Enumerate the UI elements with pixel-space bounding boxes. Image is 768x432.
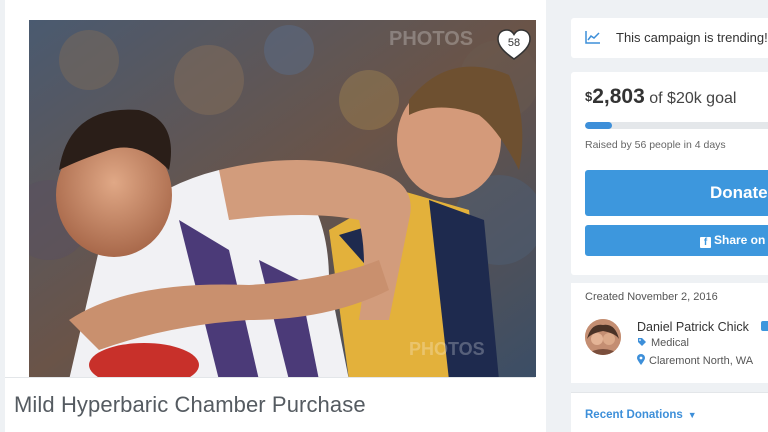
- campaign-photo[interactable]: PHOTOS PHOTOS: [29, 20, 536, 377]
- donate-button[interactable]: Donate: [585, 170, 768, 216]
- category-row: Medical: [637, 337, 689, 349]
- progress-bar: [585, 122, 768, 129]
- chevron-down-icon: ▼: [687, 410, 697, 420]
- recent-donations-card: Recent Donations ▼: [571, 392, 768, 432]
- heart-button[interactable]: 58: [496, 28, 532, 62]
- goal-text: of $20k goal: [649, 90, 737, 107]
- currency-symbol: $: [585, 89, 593, 104]
- raised-subtext: Raised by 56 people in 4 days: [585, 139, 726, 151]
- organizer-name[interactable]: Daniel Patrick Chick: [637, 320, 749, 334]
- watermark-top: PHOTOS: [389, 28, 473, 50]
- trending-text: This campaign is trending!: [616, 30, 768, 45]
- fundraiser-page: PHOTOS PHOTOS 58 Mild Hyperbaric Chamber…: [0, 0, 768, 432]
- category-label[interactable]: Medical: [651, 337, 689, 349]
- tag-icon: [638, 338, 646, 346]
- created-date: Created November 2, 2016: [585, 291, 718, 303]
- share-label: Share on: [714, 233, 766, 247]
- organizer-card: Created November 2, 2016 Daniel Patrick …: [571, 283, 768, 383]
- heart-count: 58: [507, 37, 521, 49]
- recent-donations-label: Recent Donations: [585, 409, 683, 421]
- verified-icon: [761, 321, 768, 331]
- share-facebook-button[interactable]: f Share on: [585, 225, 768, 256]
- raised-summary: $2,803 of $20k goal: [585, 85, 736, 109]
- donation-card: $2,803 of $20k goal Raised by 56 people …: [571, 72, 768, 275]
- facebook-icon: f: [700, 237, 711, 248]
- progress-fill: [585, 122, 613, 129]
- raised-amount: 2,803: [592, 85, 645, 108]
- trending-card: This campaign is trending!: [571, 18, 768, 58]
- recent-donations-toggle[interactable]: Recent Donations ▼: [585, 409, 697, 421]
- location-pin-icon: [637, 354, 645, 365]
- watermark-bottom: PHOTOS: [409, 339, 485, 359]
- trend-chart-icon: [585, 31, 600, 44]
- location-label: Claremont North, WA: [649, 355, 754, 367]
- avatar[interactable]: [585, 319, 621, 355]
- location-row: Claremont North, WA: [637, 354, 753, 367]
- campaign-title: Mild Hyperbaric Chamber Purchase: [14, 392, 366, 417]
